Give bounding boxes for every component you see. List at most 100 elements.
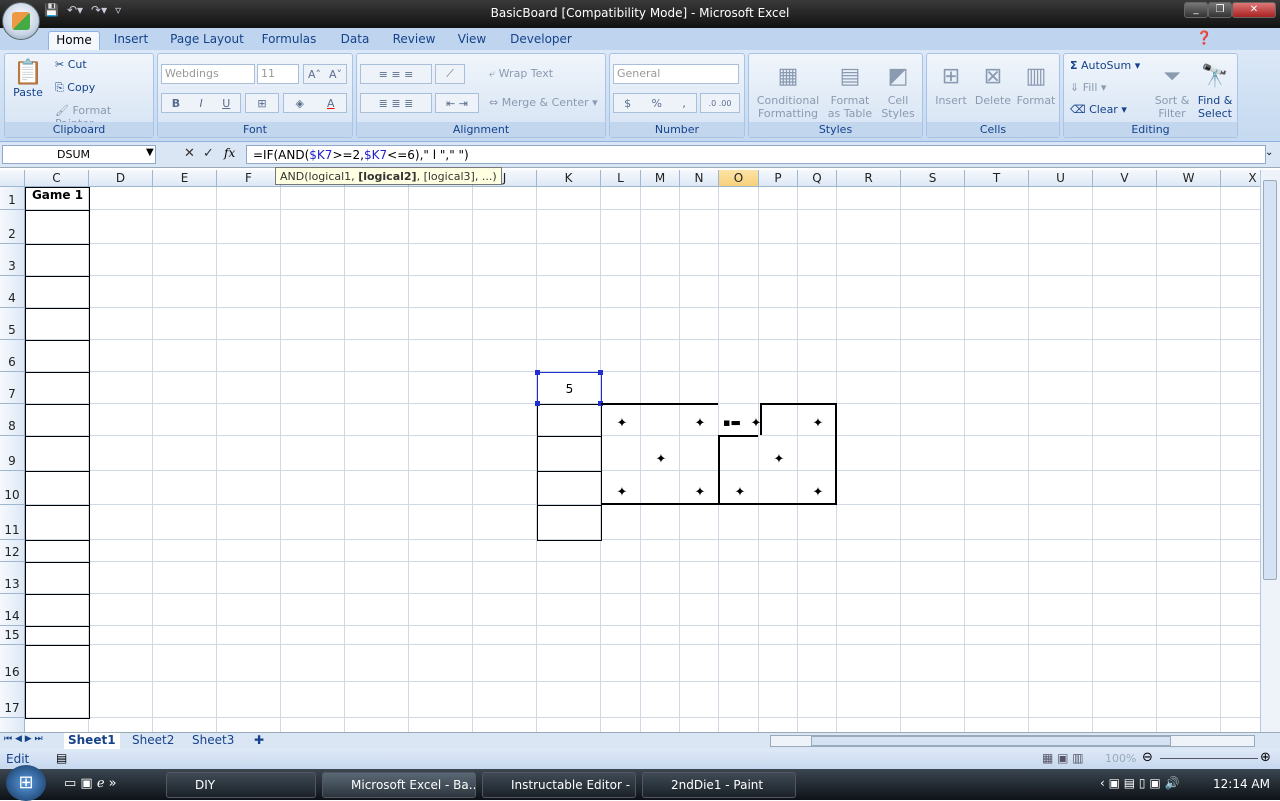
column-header-c[interactable]: C <box>25 170 89 187</box>
macro-record-icon[interactable]: ▤ <box>56 751 67 765</box>
sheet-tab-sheet1[interactable]: Sheet1 <box>64 733 120 749</box>
cell-c8[interactable] <box>25 404 90 437</box>
row-header-11[interactable]: 11 <box>0 505 25 540</box>
zoom-slider[interactable] <box>1160 758 1258 759</box>
comma-button[interactable]: , <box>682 97 686 110</box>
copy-button[interactable]: ⎘ Copy <box>55 81 95 95</box>
paste-button[interactable]: 📋 Paste <box>9 58 47 99</box>
row-header-14[interactable]: 14 <box>0 594 25 626</box>
insert-function-icon[interactable]: fx <box>224 146 235 160</box>
column-header-m[interactable]: M <box>641 170 680 187</box>
system-tray-icons[interactable]: ‹ ▣ ▤ ▯ ▣ 🔊 <box>1100 776 1179 790</box>
row-header-2[interactable]: 2 <box>0 210 25 244</box>
column-header-f[interactable]: F <box>217 170 281 187</box>
sheet-tab-sheet3[interactable]: Sheet3 <box>188 733 238 749</box>
orientation-button[interactable]: ⟋ <box>435 64 465 84</box>
underline-button[interactable]: U <box>222 97 230 110</box>
cell-c13[interactable] <box>25 562 90 595</box>
cell-c11[interactable] <box>25 505 90 541</box>
borders-button[interactable]: ⊞ <box>245 93 279 113</box>
insert-sheet-icon[interactable]: ✚ <box>250 733 268 749</box>
vertical-align-buttons[interactable]: ≡ ≡ ≡ <box>360 64 432 84</box>
expand-formula-bar-icon[interactable]: ⌄ <box>1265 147 1273 158</box>
font-color-icon[interactable]: A <box>327 97 335 110</box>
column-header-x[interactable]: X <box>1221 170 1260 187</box>
column-header-u[interactable]: U <box>1029 170 1093 187</box>
zoom-out-icon[interactable]: ⊖ <box>1142 750 1153 765</box>
cut-button[interactable]: ✂ Cut <box>55 58 87 71</box>
font-size-select[interactable]: 11 <box>257 64 299 84</box>
column-header-d[interactable]: D <box>89 170 153 187</box>
row-header-16[interactable]: 16 <box>0 645 25 682</box>
italic-button[interactable]: I <box>200 97 203 110</box>
cell-k8[interactable] <box>537 404 602 437</box>
cell-k9[interactable] <box>537 436 602 472</box>
decimal-buttons[interactable]: .0 .00 <box>700 93 740 113</box>
column-header-s[interactable]: S <box>901 170 965 187</box>
column-header-r[interactable]: R <box>837 170 901 187</box>
wrap-text-button[interactable]: ⤶ Wrap Text <box>489 67 553 81</box>
cell-c17[interactable] <box>25 682 90 719</box>
row-header-9[interactable]: 9 <box>0 436 25 471</box>
tab-view[interactable]: View <box>452 31 492 50</box>
sort-filter-button[interactable]: ⏷ Sort & Filter <box>1152 60 1192 120</box>
column-header-n[interactable]: N <box>680 170 719 187</box>
percent-button[interactable]: % <box>652 97 662 110</box>
sheet-nav-arrows[interactable]: ⏮ ◀ ▶ ⏭ <box>4 734 43 744</box>
name-box-dropdown-icon[interactable]: ▼ <box>146 147 154 158</box>
autosum-button[interactable]: Σ AutoSum ▾ <box>1070 59 1140 72</box>
insert-cells-button[interactable]: ⊞ Insert <box>931 60 971 107</box>
tab-formulas[interactable]: Formulas <box>258 31 320 50</box>
worksheet-grid[interactable]: CDEFGHIJKLMNOPQRSTUVWX123456789101112131… <box>0 170 1260 732</box>
column-header-v[interactable]: V <box>1093 170 1157 187</box>
row-header-10[interactable]: 10 <box>0 471 25 505</box>
fill-button[interactable]: ⇓ Fill ▾ <box>1070 81 1106 94</box>
conditional-formatting-button[interactable]: ▦ Conditional Formatting <box>753 60 823 120</box>
help-icon[interactable]: ❓ <box>1196 31 1212 46</box>
cancel-entry-icon[interactable]: ✕ <box>184 146 195 161</box>
cell-c1[interactable]: Game 1 <box>25 187 90 211</box>
column-header-w[interactable]: W <box>1157 170 1221 187</box>
cell-k10[interactable] <box>537 471 602 506</box>
column-header-p[interactable]: P <box>759 170 798 187</box>
selection-handle[interactable] <box>535 370 540 375</box>
cell-c4[interactable] <box>25 276 90 309</box>
start-button[interactable]: ⊞ <box>6 765 46 801</box>
customize-qat-icon[interactable]: ▿ <box>115 3 121 23</box>
undo-icon[interactable]: ↶▾ <box>67 3 83 23</box>
cell-c14[interactable] <box>25 594 90 627</box>
tab-review[interactable]: Review <box>388 31 440 50</box>
grow-font-icon[interactable]: A˄ <box>308 68 321 81</box>
cell-c2[interactable] <box>25 210 90 245</box>
view-buttons[interactable]: ▦ ▣ ▥ <box>1042 751 1084 765</box>
indent-buttons[interactable]: ⇤ ⇥ <box>435 93 479 113</box>
office-button[interactable] <box>2 2 40 40</box>
cell-styles-button[interactable]: ◩ Cell Styles <box>877 60 919 120</box>
bold-button[interactable]: B <box>172 97 180 110</box>
fill-color-button[interactable]: ◈ A <box>283 93 347 113</box>
number-format-select[interactable]: General <box>613 64 739 84</box>
row-header-12[interactable]: 12 <box>0 540 25 562</box>
cell-c15[interactable] <box>25 626 90 646</box>
fill-color-icon[interactable]: ◈ <box>296 97 304 110</box>
column-header-q[interactable]: Q <box>798 170 837 187</box>
save-icon[interactable]: 💾 <box>44 3 59 23</box>
format-as-table-button[interactable]: ▤ Format as Table <box>825 60 875 120</box>
enter-entry-icon[interactable]: ✓ <box>203 146 214 161</box>
selection-handle[interactable] <box>535 401 540 406</box>
tab-insert[interactable]: Insert <box>108 31 154 50</box>
cell-c5[interactable] <box>25 308 90 341</box>
vertical-scrollbar[interactable] <box>1260 170 1280 732</box>
cell-k11[interactable] <box>537 505 602 541</box>
taskbar-item-excel[interactable]: Microsoft Excel - Ba... <box>322 772 476 798</box>
tab-developer[interactable]: Developer <box>506 31 576 50</box>
zoom-in-icon[interactable]: ⊕ <box>1260 750 1271 765</box>
cell-c6[interactable] <box>25 340 90 373</box>
column-header-l[interactable]: L <box>601 170 641 187</box>
close-button[interactable]: ✕ <box>1232 2 1276 18</box>
horizontal-scrollbar[interactable] <box>770 735 1255 747</box>
cell-k7[interactable]: 5 <box>537 372 602 405</box>
font-grow-shrink[interactable]: A˄ A˅ <box>303 64 347 84</box>
delete-cells-button[interactable]: ⊠ Delete <box>973 60 1013 107</box>
row-header-8[interactable]: 8 <box>0 404 25 436</box>
